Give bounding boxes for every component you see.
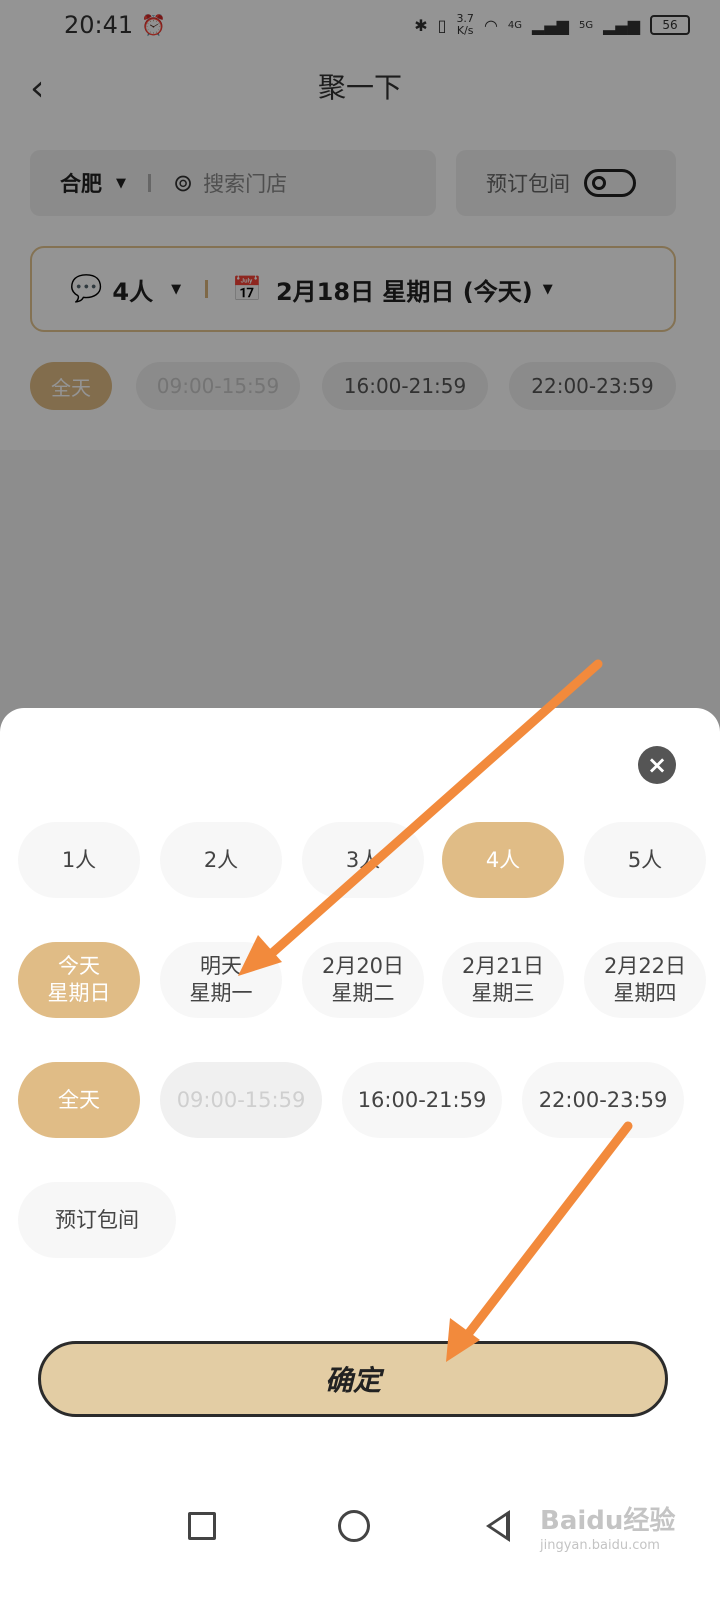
arrow-to-tomorrow: [238, 659, 603, 976]
arrow-to-confirm: [446, 1121, 633, 1362]
annotation-arrows: [238, 659, 633, 1362]
